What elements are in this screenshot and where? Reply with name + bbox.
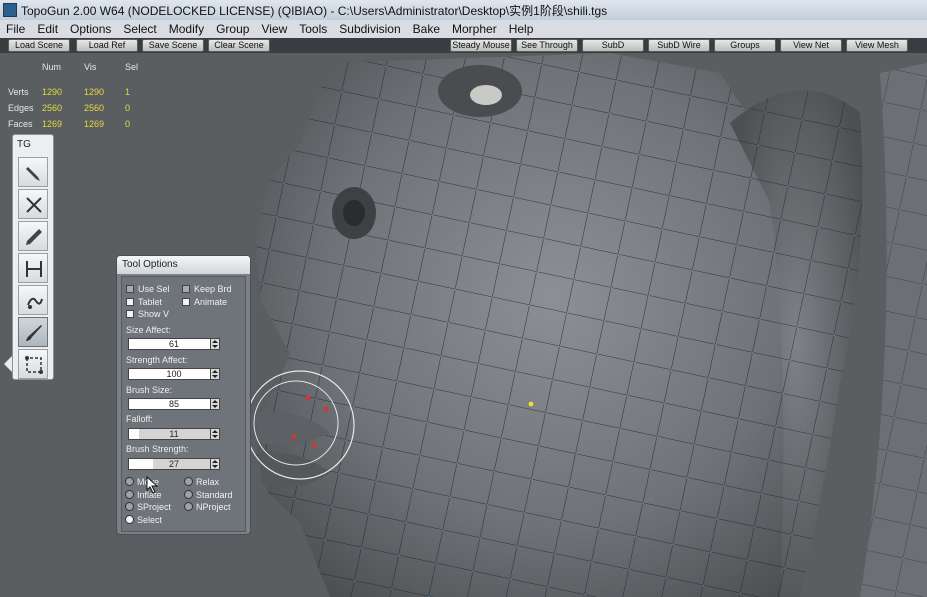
window-title: TopoGun 2.00 W64 (NODELOCKED LICENSE) (Q…: [21, 3, 608, 18]
save-scene-button[interactable]: Save Scene: [142, 39, 204, 52]
tool-options-panel: Tool Options Use Sel Keep Brd Tablet Ani…: [116, 255, 251, 535]
keep-brd-checkbox[interactable]: Keep Brd: [182, 284, 232, 295]
stats-faces-sel: 0: [125, 119, 131, 129]
subd-wire-button[interactable]: SubD Wire: [648, 39, 710, 52]
tool-tubes[interactable]: [18, 285, 48, 315]
size-affect-label: Size Affect:: [126, 325, 171, 335]
falloff-label: Falloff:: [126, 414, 153, 424]
stats-edges-sel: 0: [125, 103, 131, 113]
menu-edit[interactable]: Edit: [31, 22, 64, 36]
use-sel-checkbox[interactable]: Use Sel: [126, 284, 170, 295]
menu-file[interactable]: File: [0, 22, 31, 36]
size-affect-spinner-icon[interactable]: [210, 338, 220, 350]
pencil-icon: [26, 229, 42, 245]
stats-verts-num: 1290: [42, 87, 63, 97]
stats-edges-num: 2560: [42, 103, 63, 113]
brush-size-label: Brush Size:: [126, 385, 173, 395]
stats-verts-vis: 1290: [84, 87, 105, 97]
menu-modify[interactable]: Modify: [163, 22, 210, 36]
falloff-field[interactable]: 11: [128, 428, 220, 440]
menu-options[interactable]: Options: [64, 22, 117, 36]
brush-icon: [26, 325, 42, 341]
load-scene-button[interactable]: Load Scene: [8, 39, 70, 52]
show-v-checkbox[interactable]: Show V: [126, 309, 169, 320]
tool-resize[interactable]: [18, 349, 48, 379]
brush-strength-spinner-icon[interactable]: [210, 458, 220, 470]
tool-draw[interactable]: [18, 221, 48, 251]
strength-affect-spinner-icon[interactable]: [210, 368, 220, 380]
tg-tool-palette: TG: [12, 134, 54, 380]
load-ref-button[interactable]: Load Ref: [76, 39, 138, 52]
view-mesh-button[interactable]: View Mesh: [846, 39, 908, 52]
resize-icon: [25, 356, 43, 374]
subd-button[interactable]: SubD: [582, 39, 644, 52]
title-bar: TopoGun 2.00 W64 (NODELOCKED LICENSE) (Q…: [0, 0, 927, 20]
animate-checkbox[interactable]: Animate: [182, 297, 227, 308]
app-icon: [3, 3, 17, 17]
view-net-button[interactable]: View Net: [780, 39, 842, 52]
see-through-button[interactable]: See Through: [516, 39, 578, 52]
stats-row-label: Edges: [8, 103, 34, 113]
stats-header-sel: Sel: [125, 62, 139, 72]
menu-morpher[interactable]: Morpher: [446, 22, 503, 36]
brush-strength-label: Brush Strength:: [126, 444, 189, 454]
size-affect-field[interactable]: 61: [128, 338, 220, 350]
menu-view[interactable]: View: [255, 22, 293, 36]
menu-select[interactable]: Select: [117, 22, 162, 36]
stats-faces-vis: 1269: [84, 119, 105, 129]
stats-edges-vis: 2560: [84, 103, 105, 113]
tubes-icon: [27, 297, 43, 309]
stats-row-label: Verts: [8, 87, 29, 97]
menu-help[interactable]: Help: [503, 22, 540, 36]
brush-size-field[interactable]: 85: [128, 398, 220, 410]
menu-group[interactable]: Group: [210, 22, 255, 36]
falloff-spinner-icon[interactable]: [210, 428, 220, 440]
palette-collapse-arrow-icon[interactable]: [4, 356, 12, 372]
mouse-cursor-icon: [146, 476, 159, 494]
tablet-checkbox[interactable]: Tablet: [126, 297, 162, 308]
strength-affect-label: Strength Affect:: [126, 355, 188, 365]
tool-create[interactable]: [18, 157, 48, 187]
tool-options-body: Use Sel Keep Brd Tablet Animate Show V S…: [121, 276, 246, 532]
menu-bake[interactable]: Bake: [407, 22, 446, 36]
mode-sproject-radio[interactable]: SProject: [125, 502, 171, 513]
mode-standard-radio[interactable]: Standard: [184, 490, 233, 501]
stats-header-vis: Vis: [84, 62, 97, 72]
tool-options-title: Tool Options: [117, 256, 250, 274]
toolbar: Load Scene Load Ref Save Scene Clear Sce…: [0, 38, 927, 53]
stats-verts-sel: 1: [125, 87, 131, 97]
tool-bridge[interactable]: [18, 253, 48, 283]
mode-relax-radio[interactable]: Relax: [184, 477, 219, 488]
brush-strength-field[interactable]: 27: [128, 458, 220, 470]
pen-icon: [26, 167, 40, 181]
steady-mouse-button[interactable]: Steady Mouse: [450, 39, 512, 52]
groups-button[interactable]: Groups: [714, 39, 776, 52]
strength-affect-field[interactable]: 100: [128, 368, 220, 380]
stats-row-label: Faces: [8, 119, 33, 129]
tg-palette-title: TG: [17, 139, 31, 150]
brush-size-spinner-icon[interactable]: [210, 398, 220, 410]
clear-scene-button[interactable]: Clear Scene: [208, 39, 270, 52]
stats-header-num: Num: [42, 62, 62, 72]
menu-tools[interactable]: Tools: [293, 22, 333, 36]
mode-nproject-radio[interactable]: NProject: [184, 502, 231, 513]
mode-select-radio[interactable]: Select: [125, 515, 162, 526]
tool-delete[interactable]: [18, 189, 48, 219]
stats-faces-num: 1269: [42, 119, 63, 129]
stats-overlay: Num Vis Sel Verts 1290 1290 1 Edges 2560…: [8, 60, 158, 140]
tool-brush[interactable]: [18, 317, 48, 347]
menu-subdivision[interactable]: Subdivision: [333, 22, 406, 36]
bridge-icon: [26, 261, 42, 277]
cross-icon: [26, 197, 42, 213]
menu-bar: File Edit Options Select Modify Group Vi…: [0, 20, 927, 39]
